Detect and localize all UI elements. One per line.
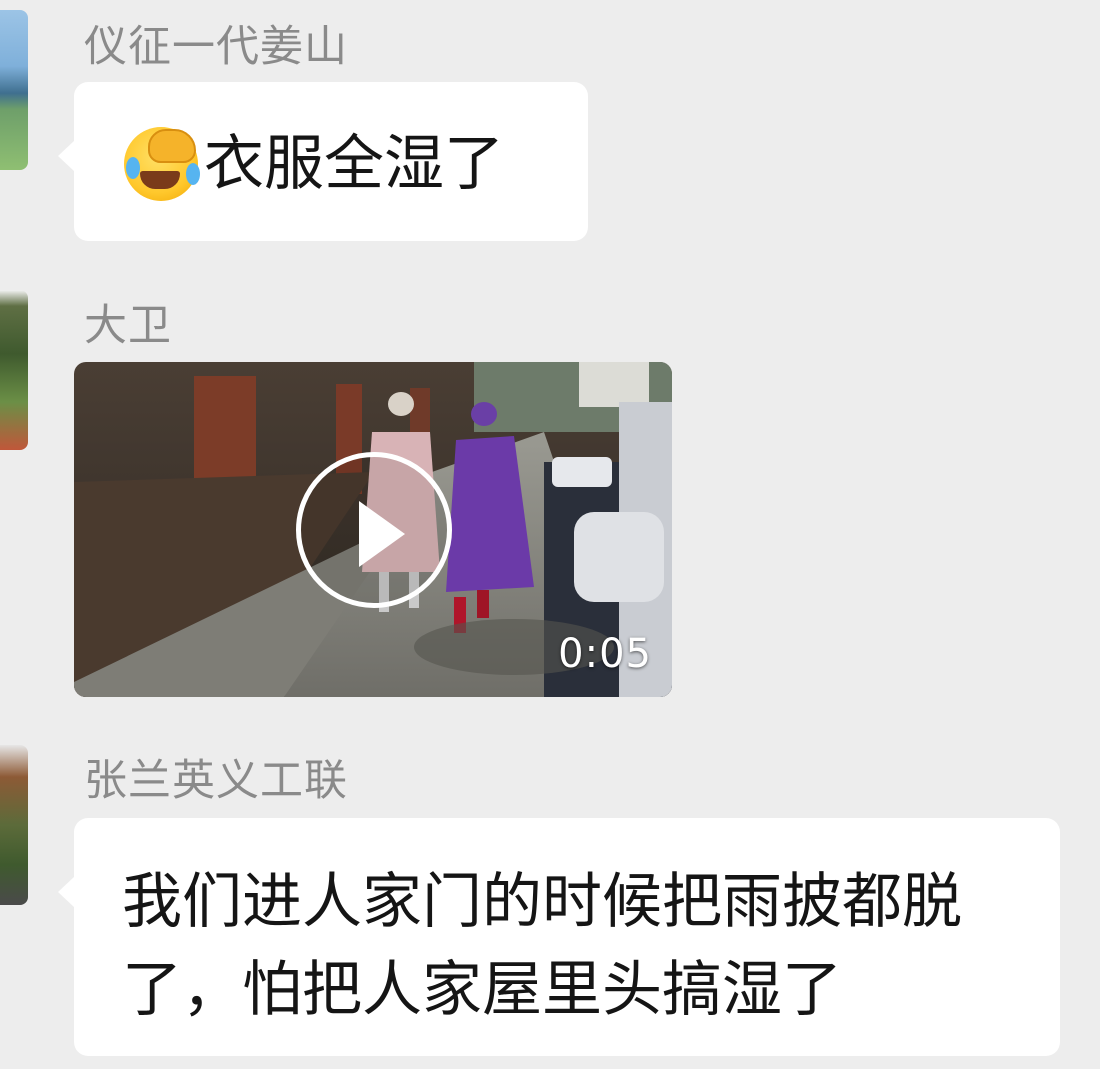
hand-shape	[148, 129, 196, 163]
sender-name: 仪征一代姜山	[84, 22, 348, 72]
avatar[interactable]	[0, 290, 28, 450]
sender-name: 大卫	[84, 301, 172, 351]
message-text: 我们进人家门的时候把雨披都脱了，怕把人家屋里头搞湿了	[122, 867, 962, 1025]
avatar[interactable]	[0, 745, 28, 905]
avatar[interactable]	[0, 10, 28, 170]
tear-shape	[186, 163, 200, 185]
message-line: 衣服全湿了	[124, 122, 588, 206]
tear-shape	[126, 157, 140, 179]
mouth-shape	[140, 171, 180, 189]
video-duration: 0:05	[558, 631, 652, 677]
message-text: 衣服全湿了	[204, 129, 504, 199]
chat-view: 仪征一代姜山 衣服全湿了 大卫 0:05 张兰英义工联 我们进人家门的时候把雨披…	[0, 0, 1100, 1069]
video-message[interactable]: 0:05	[74, 362, 672, 697]
face-with-tears-and-hand-icon	[124, 127, 200, 201]
message-bubble[interactable]: 我们进人家门的时候把雨披都脱了，怕把人家屋里头搞湿了	[58, 818, 1060, 1056]
message-bubble[interactable]: 衣服全湿了	[58, 82, 588, 241]
play-button[interactable]	[296, 452, 452, 608]
sender-name: 张兰英义工联	[84, 756, 348, 806]
